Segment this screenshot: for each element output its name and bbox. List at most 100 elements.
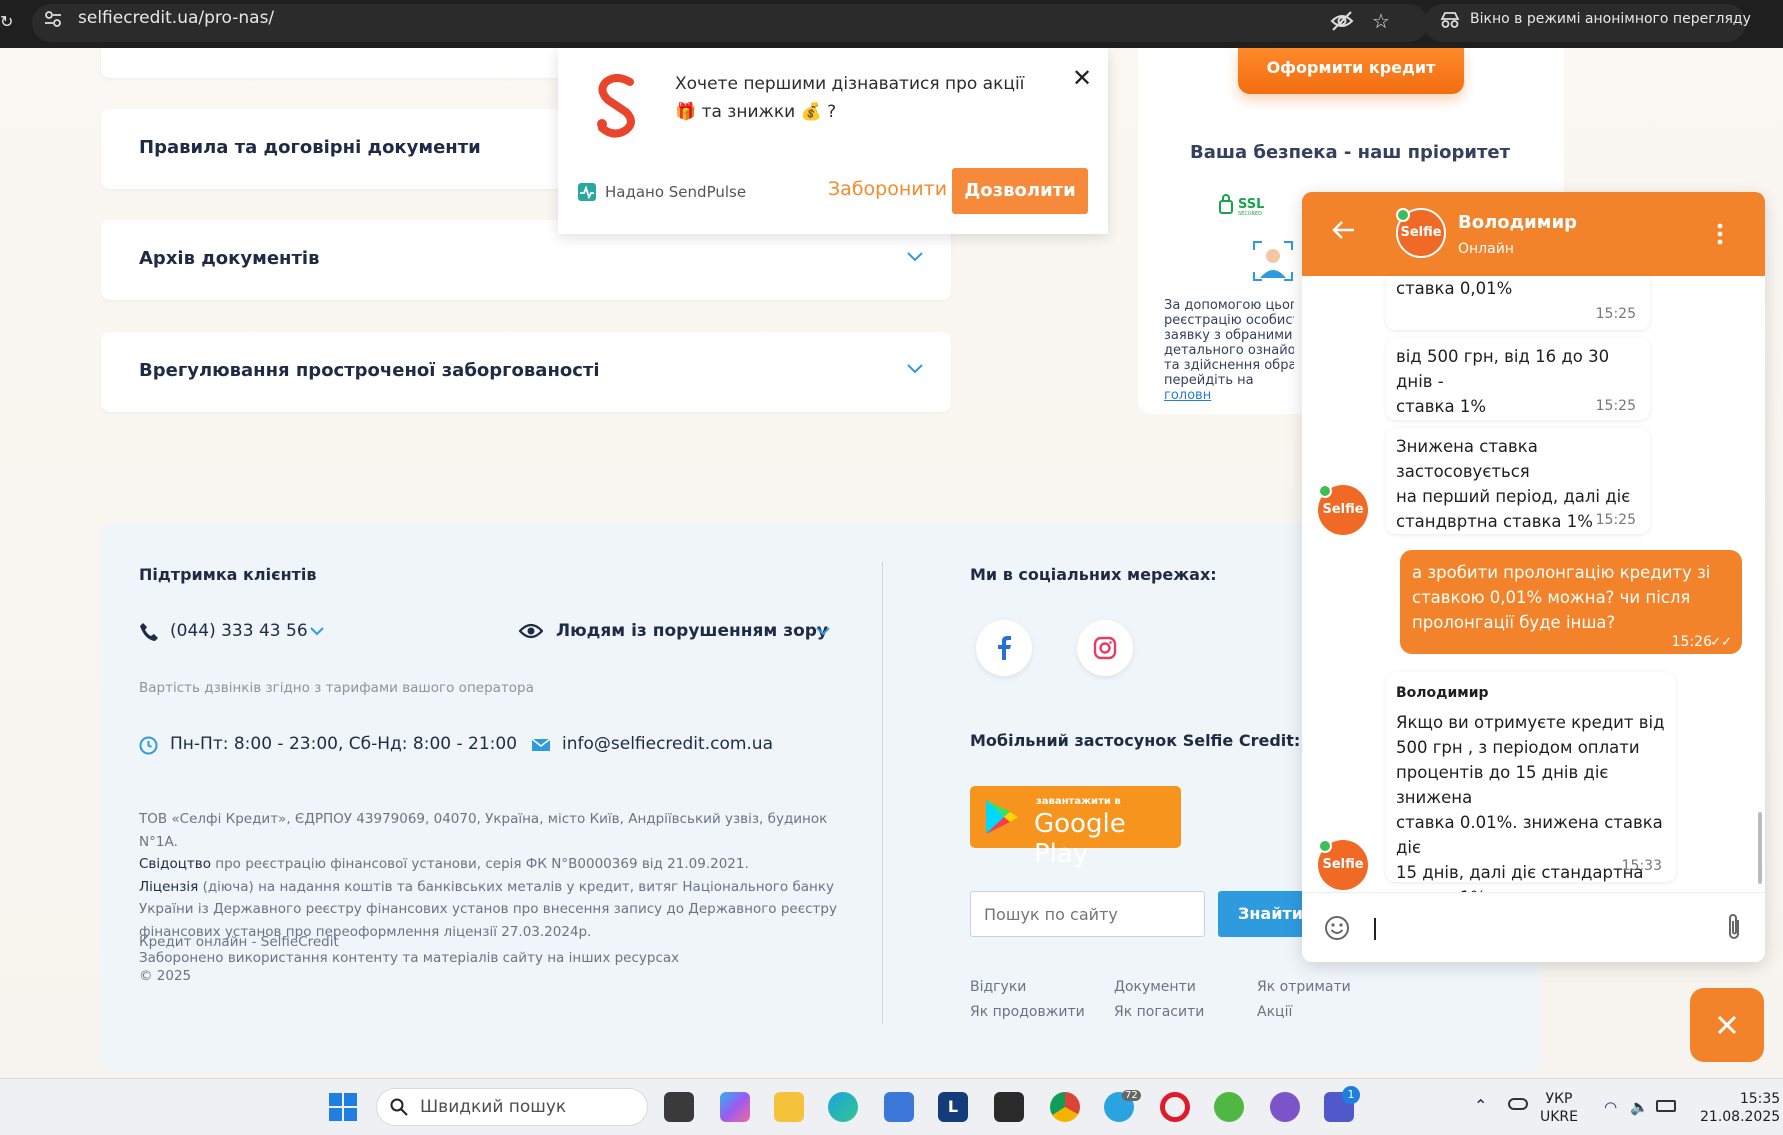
opera-icon[interactable]: [1160, 1092, 1190, 1122]
social-title: Ми в соціальних мережах:: [970, 565, 1217, 584]
footer-link-reviews[interactable]: Відгуки: [970, 979, 1026, 995]
sendpulse-icon: [578, 183, 596, 201]
agent-status: Онлайн: [1458, 241, 1514, 257]
svg-text:SSL: SSL: [1238, 197, 1264, 212]
chat-message-outgoing: а зробити пролонгацію кредиту зі ставкою…: [1400, 550, 1742, 654]
message-time: 15:25: [1595, 398, 1636, 414]
store-icon[interactable]: [884, 1092, 914, 1122]
copilot-icon[interactable]: [720, 1092, 750, 1122]
chevron-up-icon[interactable]: ⌃: [1474, 1096, 1487, 1115]
legal-copyright-notice: Заборонено використання контенту та мате…: [139, 950, 680, 966]
notification-line: Хочете першими дізнаватися про акції: [675, 74, 1025, 94]
wifi-icon[interactable]: ◠: [1604, 1098, 1617, 1116]
utorrent-icon[interactable]: [1214, 1092, 1244, 1122]
chevron-down-icon[interactable]: [310, 627, 324, 636]
tracking-protection-icon[interactable]: [1330, 10, 1354, 32]
chat-message-incoming: ставка 0,01% 15:25: [1386, 276, 1650, 330]
mobile-app-title: Мобільний застосунок Selfie Credit:: [970, 731, 1301, 750]
more-vertical-icon[interactable]: [1717, 222, 1723, 246]
security-text-line: детального ознайом: [1164, 343, 1294, 358]
chat-input[interactable]: [1302, 892, 1765, 962]
language-indicator[interactable]: УКР UKRE: [1540, 1090, 1578, 1126]
email-link[interactable]: info@selfiecredit.com.ua: [562, 734, 773, 754]
file-explorer-icon[interactable]: [774, 1092, 804, 1122]
phone-number-link[interactable]: (044) 333 43 56: [170, 621, 308, 641]
phone-icon: [140, 623, 158, 641]
incognito-label: Вікно в режимі анонімного перегляду: [1470, 11, 1751, 27]
facebook-icon: [998, 636, 1011, 660]
brand-line: Кредит онлайн - SelfieCredit: [139, 934, 339, 950]
legal-license: Ліцензія (діюча) на надання коштів та ба…: [139, 878, 837, 940]
system-clock[interactable]: 15:35 21.08.2025: [1700, 1090, 1780, 1126]
dropbox-icon[interactable]: [994, 1092, 1024, 1122]
chat-widget: Selfie Володимир Онлайн ставка 0,01% 15:…: [1302, 192, 1765, 962]
close-icon: [1717, 1015, 1737, 1035]
battery-icon[interactable]: [1656, 1100, 1676, 1112]
search-icon: [390, 1098, 408, 1116]
agent-name: Володимир: [1458, 212, 1577, 233]
chat-header: [1302, 192, 1765, 276]
bookmark-star-icon[interactable]: ☆: [1372, 9, 1390, 33]
certificate-link[interactable]: Свідоцтво: [139, 856, 211, 872]
face-id-icon: [1253, 241, 1293, 281]
notification-message: Хочете першими дізнаватися про акції 🎁 т…: [675, 70, 1025, 126]
footer-link-how-to-get[interactable]: Як отримати: [1257, 979, 1351, 995]
l-app-icon[interactable]: L: [938, 1092, 968, 1122]
online-indicator: [1318, 484, 1332, 498]
edge-icon[interactable]: [828, 1092, 858, 1122]
emoji-icon[interactable]: [1324, 915, 1350, 941]
cloud-icon[interactable]: [1508, 1098, 1528, 1110]
support-title: Підтримка клієнтів: [139, 565, 317, 584]
facebook-link[interactable]: [976, 620, 1032, 676]
chat-close-button[interactable]: [1690, 988, 1764, 1062]
close-icon[interactable]: ✕: [1072, 64, 1092, 92]
ssl-secured-icon: SSLSECURED: [1219, 194, 1264, 217]
eye-icon: [519, 623, 543, 639]
chat-message-incoming: Володимир Якщо ви отримуєте кредит від 5…: [1386, 672, 1676, 907]
site-settings-icon[interactable]: [44, 10, 62, 28]
chevron-down-icon[interactable]: [907, 364, 923, 374]
apply-credit-button[interactable]: Оформити кредит: [1238, 48, 1464, 94]
gplay-big-text: Google Play: [1034, 809, 1126, 869]
arrow-left-icon[interactable]: [1332, 218, 1356, 242]
viber-icon[interactable]: [1270, 1092, 1300, 1122]
windows-start-icon[interactable]: [328, 1092, 358, 1122]
chrome-icon[interactable]: [1050, 1092, 1080, 1122]
refresh-icon[interactable]: ↻: [0, 12, 13, 31]
chevron-down-icon[interactable]: [816, 627, 830, 636]
license-link[interactable]: Ліцензія: [139, 879, 198, 895]
legal-certificate: Свідоцтво про реєстрацію фінансової уста…: [139, 856, 749, 872]
accordion-label: Правила та договірні документи: [139, 137, 481, 158]
allow-button[interactable]: Дозволити: [952, 168, 1088, 214]
homepage-link[interactable]: головн: [1164, 388, 1294, 403]
chat-message-incoming: від 500 грн, від 16 до 30 днів - ставка …: [1386, 338, 1650, 420]
security-text-line: За допомогою цього: [1164, 298, 1294, 313]
telegram-badge: 72: [1122, 1090, 1141, 1101]
footer-link-promotions[interactable]: Акції: [1257, 1004, 1292, 1020]
accordion-label: Врегулювання простроченої заборгованості: [139, 360, 600, 381]
site-search-input[interactable]: [970, 891, 1205, 937]
instagram-link[interactable]: [1077, 620, 1133, 676]
task-view-icon[interactable]: [664, 1092, 694, 1122]
message-time: 15:33: [1621, 858, 1662, 874]
accessibility-toggle[interactable]: Людям із порушенням зору: [556, 621, 828, 641]
provider-label: Надано SendPulse: [605, 183, 747, 201]
chevron-down-icon[interactable]: [907, 252, 923, 262]
deny-button[interactable]: Заборонити: [828, 178, 947, 200]
instagram-icon: [1093, 636, 1117, 660]
url-text[interactable]: selfiecredit.ua/pro-nas/: [78, 8, 274, 28]
paperclip-icon[interactable]: [1723, 912, 1745, 942]
footer-link-how-to-extend[interactable]: Як продовжити: [970, 1004, 1085, 1020]
security-text-line: заявку з обраними у: [1164, 328, 1294, 343]
chat-message-incoming: Знижена ставка застосовується на перший …: [1386, 428, 1650, 534]
accordion-overdue-debt[interactable]: Врегулювання простроченої заборгованості: [101, 332, 951, 412]
footer-link-documents[interactable]: Документи: [1114, 979, 1196, 995]
footer-link-how-to-repay[interactable]: Як погасити: [1114, 1004, 1204, 1020]
security-text-line: перейдіть на головн: [1164, 373, 1294, 403]
google-play-button[interactable]: завантажити в Google Play: [970, 786, 1181, 869]
volume-icon[interactable]: 🔈: [1630, 1098, 1649, 1116]
mail-icon: [531, 738, 551, 751]
search-button[interactable]: Знайти: [1218, 891, 1303, 937]
chat-scrollbar[interactable]: [1758, 812, 1762, 884]
notification-line: 🎁 та знижки 💰 ?: [675, 102, 837, 122]
